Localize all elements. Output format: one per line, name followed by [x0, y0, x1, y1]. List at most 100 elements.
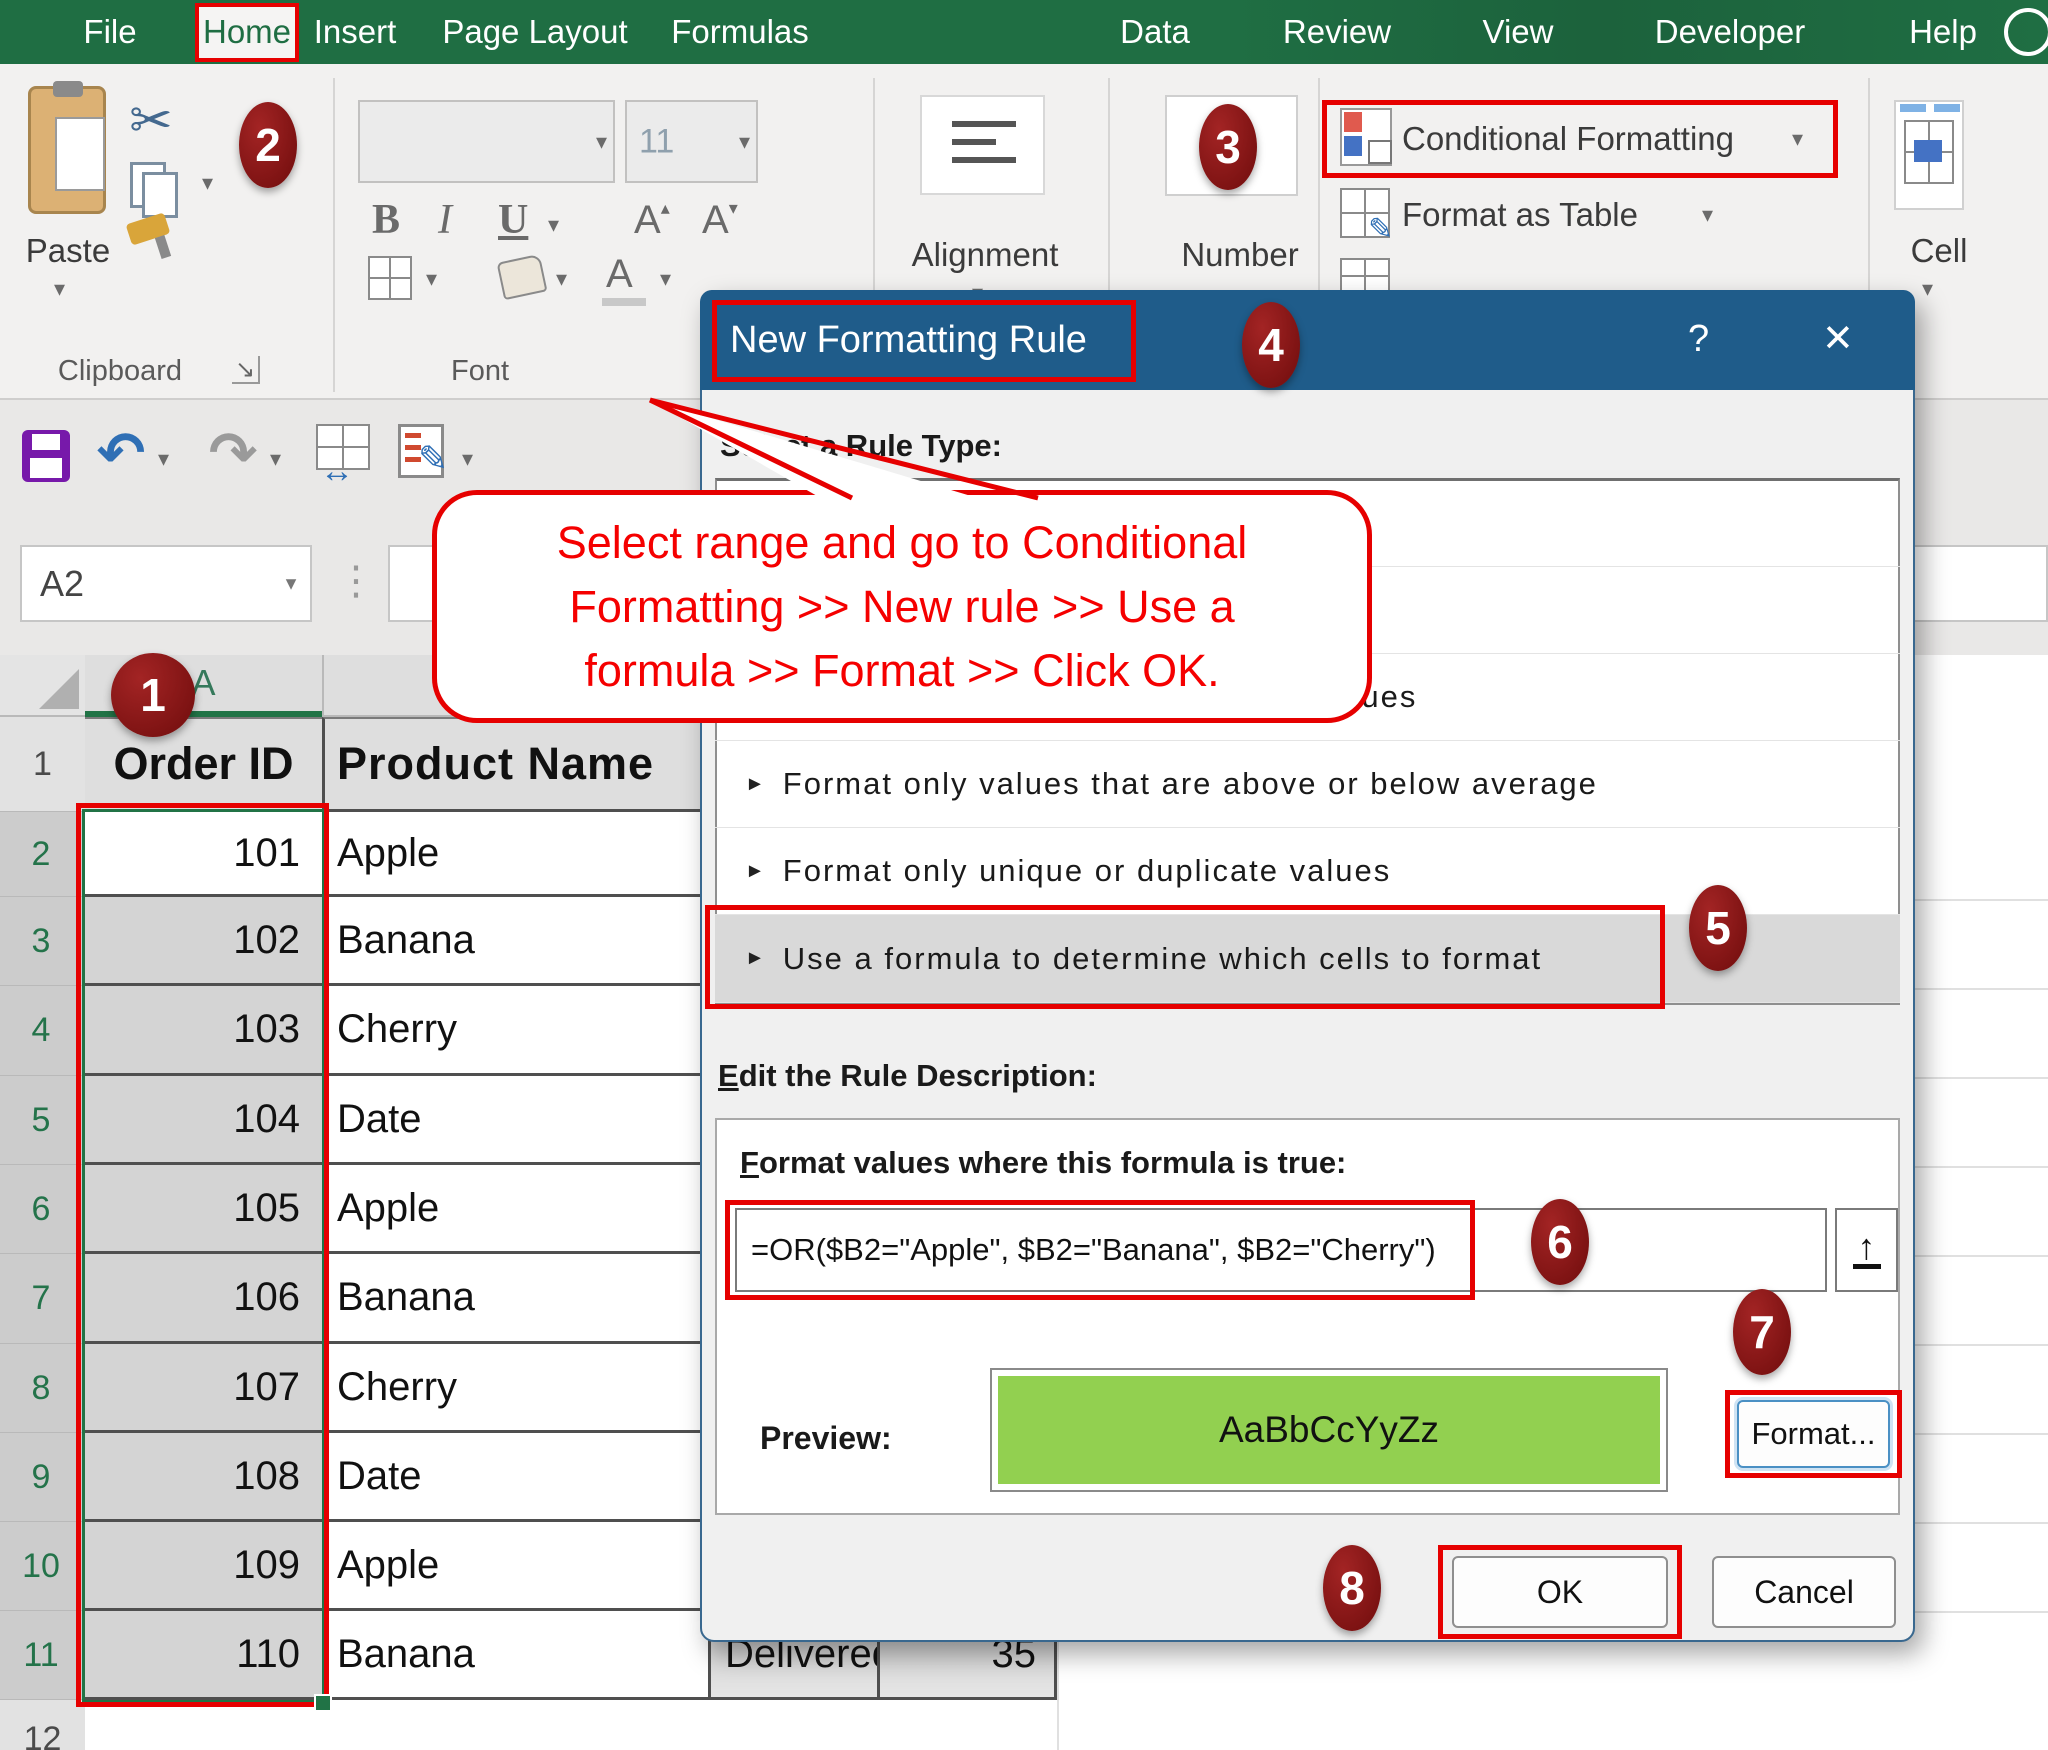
- step-badge-5: 5: [1689, 885, 1747, 971]
- dialog-close-button[interactable]: ✕: [1822, 316, 1854, 361]
- row-header-12[interactable]: 12: [0, 1700, 85, 1750]
- tab-page-layout[interactable]: Page Layout: [440, 0, 630, 64]
- rule-arrow-icon: ►: [745, 773, 767, 796]
- tab-view[interactable]: View: [1468, 0, 1568, 64]
- alignment-button[interactable]: [920, 95, 1045, 195]
- tab-home-active[interactable]: Home: [195, 3, 299, 62]
- tab-help[interactable]: Help: [1898, 0, 1988, 64]
- annotation-box-dialog-title: [712, 300, 1136, 382]
- cell-b5[interactable]: Date: [322, 1076, 708, 1165]
- row-header-7[interactable]: 7: [0, 1254, 85, 1344]
- cells-dropdown-icon[interactable]: ▾: [1922, 278, 1933, 300]
- collapse-arrow-bar: [1853, 1264, 1881, 1269]
- copy-icon-back: [142, 172, 178, 218]
- name-box-dropdown-icon[interactable]: ▼: [282, 573, 300, 594]
- row-header-4[interactable]: 4: [0, 986, 85, 1076]
- redo-icon[interactable]: ↷: [204, 424, 262, 482]
- cell-styles-partial-icon[interactable]: [1340, 258, 1390, 294]
- cell-b3[interactable]: Banana: [322, 897, 708, 986]
- paste-dropdown-icon[interactable]: ▾: [54, 278, 65, 300]
- collapse-dialog-button[interactable]: ↑: [1835, 1208, 1898, 1292]
- qat-dropdown-icon[interactable]: ▾: [462, 448, 473, 470]
- underline-dropdown-icon[interactable]: ▾: [548, 214, 559, 236]
- fill-color-dropdown-icon[interactable]: ▾: [556, 268, 567, 290]
- save-icon[interactable]: [22, 430, 70, 482]
- underline-button[interactable]: U: [498, 196, 528, 244]
- cells-button[interactable]: [1894, 100, 1964, 210]
- row-header-10[interactable]: 10: [0, 1522, 85, 1611]
- grow-font-button[interactable]: A▴: [634, 198, 670, 243]
- bubble-line-1: Select range and go to Conditional: [557, 511, 1248, 575]
- tab-formulas[interactable]: Formulas: [665, 0, 815, 64]
- annotation-speech-bubble: Select range and go to Conditional Forma…: [432, 490, 1372, 723]
- account-icon[interactable]: [2004, 8, 2048, 56]
- cells-group-label[interactable]: Cell: [1894, 232, 1984, 270]
- font-name-dropdown-icon[interactable]: ▾: [596, 131, 607, 153]
- select-all-corner[interactable]: [0, 655, 85, 717]
- paste-button[interactable]: [28, 86, 106, 214]
- undo-dropdown-icon[interactable]: ▾: [158, 448, 169, 470]
- step-badge-2: 2: [239, 102, 297, 188]
- row-header-2[interactable]: 2: [0, 812, 85, 897]
- font-size-value: 11: [639, 122, 674, 161]
- borders-dropdown-icon[interactable]: ▾: [426, 268, 437, 290]
- font-color-button[interactable]: A: [606, 252, 633, 297]
- rule-option-4[interactable]: ►Format only values that are above or be…: [715, 741, 1900, 828]
- copy-dropdown-icon[interactable]: ▾: [202, 172, 213, 194]
- fill-handle[interactable]: [314, 1694, 332, 1712]
- cell-b8[interactable]: Cherry: [322, 1344, 708, 1433]
- font-color-dropdown-icon[interactable]: ▾: [660, 268, 671, 290]
- header-cell-product-name[interactable]: Product Name: [322, 717, 708, 812]
- tab-file[interactable]: File: [70, 0, 150, 64]
- select-rule-type-label: Select a Rule Type:: [720, 428, 1002, 464]
- row-header-5[interactable]: 5: [0, 1076, 85, 1165]
- font-size-dropdown-icon[interactable]: ▾: [739, 131, 750, 153]
- cell-b10[interactable]: Apple: [322, 1522, 708, 1611]
- row-header-11[interactable]: 11: [0, 1611, 85, 1700]
- annotation-box-formula: [725, 1200, 1475, 1300]
- preview-label: Preview:: [760, 1420, 892, 1457]
- borders-button[interactable]: [368, 256, 412, 300]
- row-header-1[interactable]: 1: [0, 717, 85, 812]
- undo-icon[interactable]: ↶: [92, 424, 150, 482]
- form-pencil-icon: ✎: [418, 438, 448, 480]
- cell-b6[interactable]: Apple: [322, 1165, 708, 1254]
- row-header-3[interactable]: 3: [0, 897, 85, 986]
- formula-bar-separator: ⋮: [336, 558, 376, 604]
- tab-review[interactable]: Review: [1272, 0, 1402, 64]
- cancel-button[interactable]: Cancel: [1712, 1556, 1896, 1628]
- italic-button[interactable]: I: [438, 196, 452, 244]
- tab-data[interactable]: Data: [1110, 0, 1200, 64]
- dialog-help-button[interactable]: ?: [1688, 318, 1709, 361]
- alignment-group-label[interactable]: Alignment: [880, 236, 1090, 274]
- header-cell-order-id[interactable]: Order ID: [85, 717, 322, 812]
- step-badge-3: 3: [1199, 104, 1257, 190]
- row-header-8[interactable]: 8: [0, 1344, 85, 1433]
- bold-button[interactable]: B: [372, 196, 400, 244]
- font-size-combo[interactable]: 11 ▾: [625, 100, 758, 183]
- redo-dropdown-icon[interactable]: ▾: [270, 448, 281, 470]
- tab-insert[interactable]: Insert: [310, 0, 400, 64]
- cell-b7[interactable]: Banana: [322, 1254, 708, 1344]
- cell-b11[interactable]: Banana: [322, 1611, 708, 1700]
- format-as-table-dropdown-icon[interactable]: ▾: [1702, 204, 1713, 226]
- cell-b2[interactable]: Apple: [322, 812, 708, 897]
- cut-icon[interactable]: ✂: [122, 92, 180, 150]
- tab-developer[interactable]: Developer: [1630, 0, 1830, 64]
- row-header-9[interactable]: 9: [0, 1433, 85, 1522]
- step-badge-1: 1: [111, 653, 195, 737]
- gridline-right: [1913, 812, 2048, 1700]
- row-header-6[interactable]: 6: [0, 1165, 85, 1254]
- cell-b9[interactable]: Date: [322, 1433, 708, 1522]
- format-as-table-button[interactable]: Format as Table: [1402, 196, 1638, 234]
- paste-label[interactable]: Paste: [18, 232, 118, 270]
- clipboard-launcher-icon[interactable]: ↘: [232, 356, 260, 384]
- number-group-label[interactable]: Number: [1155, 236, 1325, 274]
- shrink-font-button[interactable]: A▾: [702, 198, 738, 243]
- name-box[interactable]: A2 ▼: [20, 545, 312, 622]
- cell-b4[interactable]: Cherry: [322, 986, 708, 1076]
- clipboard-group-label: Clipboard: [40, 355, 200, 388]
- collapse-arrow-icon: ↑: [1858, 1232, 1876, 1262]
- font-name-combo[interactable]: ▾: [358, 100, 615, 183]
- annotation-box-format-button: [1725, 1390, 1902, 1478]
